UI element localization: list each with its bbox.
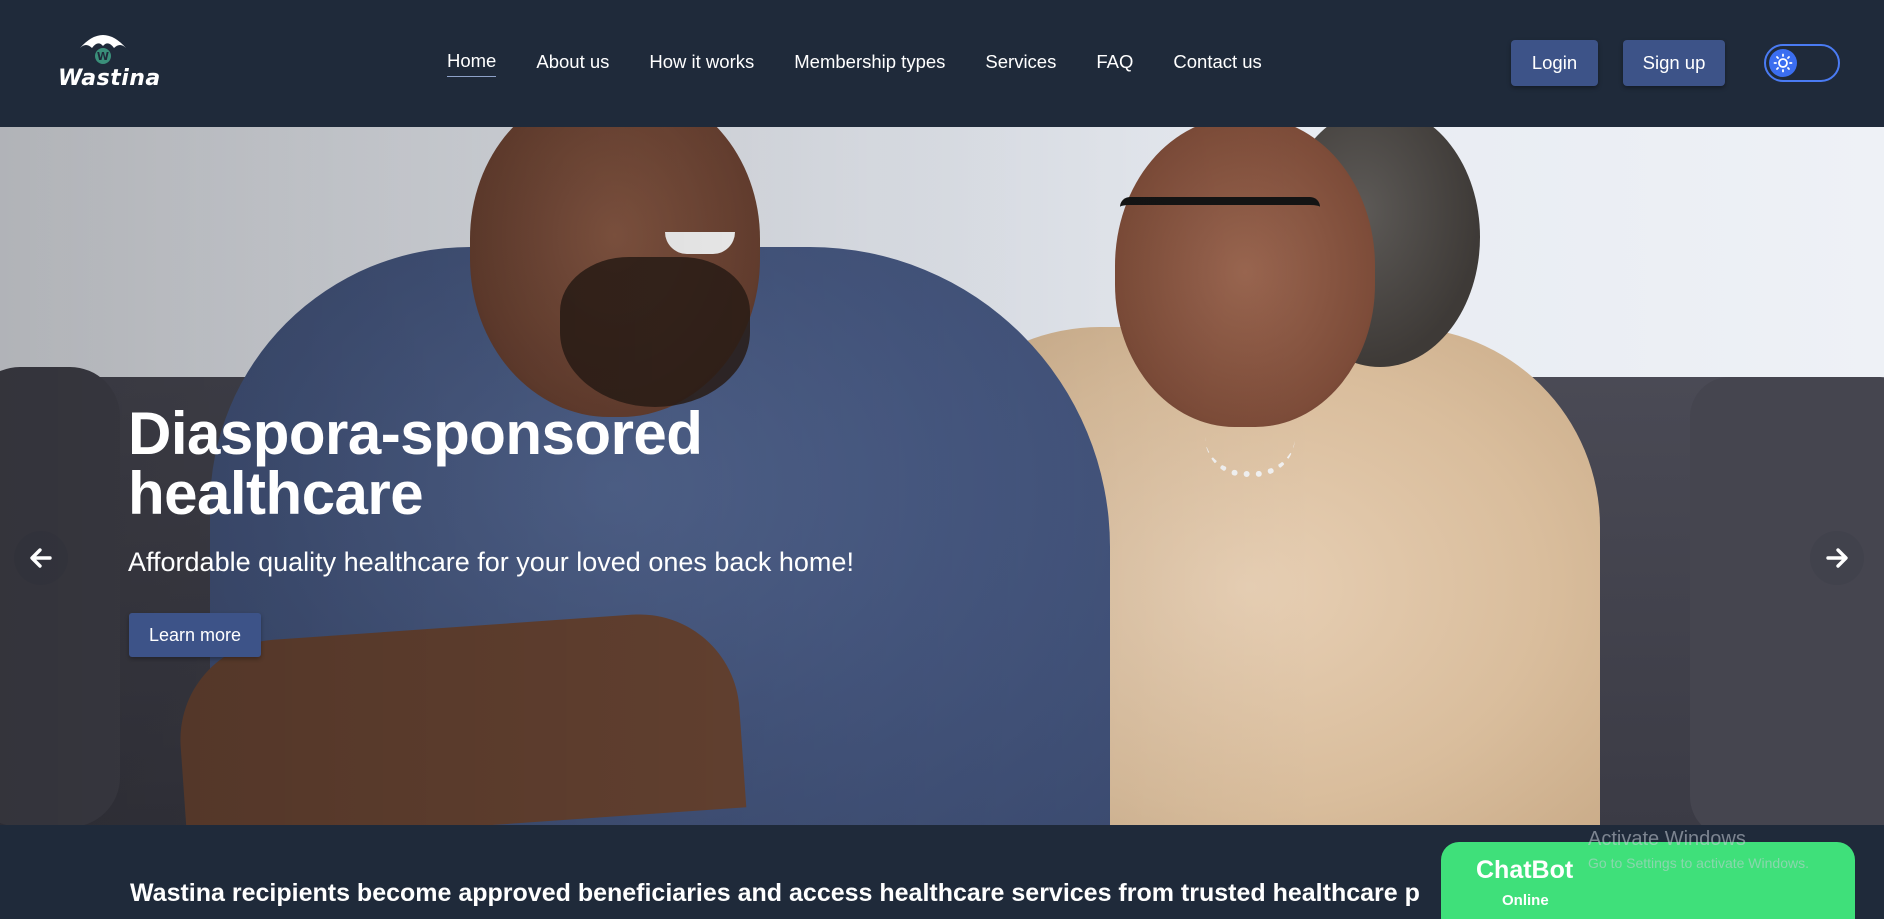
hero-title: Diaspora-sponsored healthcare — [128, 400, 703, 527]
nav-services[interactable]: Services — [985, 51, 1056, 77]
carousel-next-button[interactable] — [1810, 531, 1864, 585]
wastina-logo[interactable]: W Wastina — [56, 28, 160, 94]
learn-more-button[interactable]: Learn more — [129, 613, 261, 657]
sun-icon — [1773, 53, 1793, 73]
hero-carousel: Diaspora-sponsored healthcare Affordable… — [0, 127, 1884, 825]
login-button[interactable]: Login — [1511, 40, 1598, 86]
site-header: W Wastina Home About us How it works Mem… — [0, 0, 1884, 127]
info-band-text: Wastina recipients become approved benef… — [130, 879, 1420, 907]
chatbot-status: Online — [1502, 892, 1549, 909]
arrow-left-icon — [30, 548, 52, 568]
theme-toggle-knob — [1769, 49, 1797, 77]
umbrella-logo-icon: W — [80, 35, 126, 64]
arrow-right-icon — [1826, 548, 1848, 568]
nav-membership-types[interactable]: Membership types — [794, 51, 945, 77]
carousel-prev-button[interactable] — [14, 531, 68, 585]
activate-windows-watermark: Activate Windows Go to Settings to activ… — [1588, 828, 1809, 871]
watermark-line-2: Go to Settings to activate Windows. — [1588, 855, 1809, 871]
nav-faq[interactable]: FAQ — [1096, 51, 1133, 77]
chatbot-title: ChatBot — [1476, 856, 1574, 884]
nav-home[interactable]: Home — [447, 50, 497, 77]
nav-how-it-works[interactable]: How it works — [649, 51, 754, 77]
main-nav: Home About us How it works Membership ty… — [447, 50, 1302, 77]
svg-text:W: W — [97, 50, 109, 63]
signup-button[interactable]: Sign up — [1623, 40, 1725, 86]
logo-text: Wastina — [58, 66, 161, 91]
nav-about-us[interactable]: About us — [536, 51, 609, 77]
theme-toggle[interactable] — [1764, 44, 1840, 82]
watermark-line-1: Activate Windows — [1588, 828, 1746, 850]
nav-contact-us[interactable]: Contact us — [1173, 51, 1261, 77]
hero-subtitle: Affordable quality healthcare for your l… — [128, 547, 854, 577]
